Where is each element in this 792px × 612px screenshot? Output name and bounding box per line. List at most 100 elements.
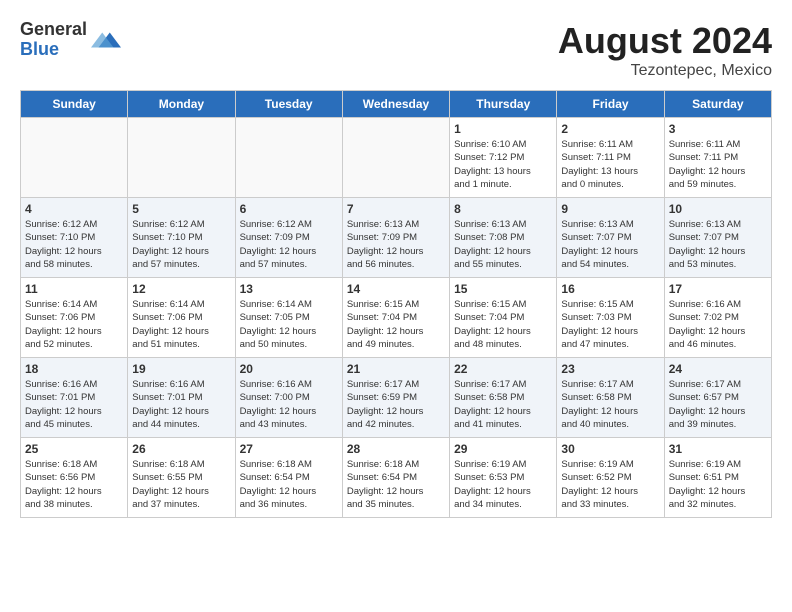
day-number: 14 bbox=[347, 282, 445, 296]
day-info: Sunrise: 6:19 AM Sunset: 6:53 PM Dayligh… bbox=[454, 458, 552, 511]
day-number: 19 bbox=[132, 362, 230, 376]
day-info: Sunrise: 6:11 AM Sunset: 7:11 PM Dayligh… bbox=[561, 138, 659, 191]
day-header-tuesday: Tuesday bbox=[235, 91, 342, 118]
day-info: Sunrise: 6:14 AM Sunset: 7:06 PM Dayligh… bbox=[25, 298, 123, 351]
day-number: 23 bbox=[561, 362, 659, 376]
day-number: 17 bbox=[669, 282, 767, 296]
calendar-cell: 4 Sunrise: 6:12 AM Sunset: 7:10 PM Daylig… bbox=[21, 198, 128, 278]
day-info: Sunrise: 6:16 AM Sunset: 7:01 PM Dayligh… bbox=[132, 378, 230, 431]
day-number: 31 bbox=[669, 442, 767, 456]
calendar-cell: 11 Sunrise: 6:14 AM Sunset: 7:06 PM Dayli… bbox=[21, 278, 128, 358]
day-number: 6 bbox=[240, 202, 338, 216]
calendar-cell: 5 Sunrise: 6:12 AM Sunset: 7:10 PM Daylig… bbox=[128, 198, 235, 278]
day-number: 2 bbox=[561, 122, 659, 136]
calendar-week-2: 4 Sunrise: 6:12 AM Sunset: 7:10 PM Daylig… bbox=[21, 198, 772, 278]
day-number: 4 bbox=[25, 202, 123, 216]
calendar-cell: 24Sunrise: 6:17 AM Sunset: 6:57 PM Dayli… bbox=[664, 358, 771, 438]
day-info: Sunrise: 6:17 AM Sunset: 6:58 PM Dayligh… bbox=[561, 378, 659, 431]
day-header-monday: Monday bbox=[128, 91, 235, 118]
day-header-thursday: Thursday bbox=[450, 91, 557, 118]
calendar-cell: 13 Sunrise: 6:14 AM Sunset: 7:05 PM Dayli… bbox=[235, 278, 342, 358]
day-info: Sunrise: 6:17 AM Sunset: 6:58 PM Dayligh… bbox=[454, 378, 552, 431]
calendar-cell bbox=[342, 118, 449, 198]
day-info: Sunrise: 6:19 AM Sunset: 6:52 PM Dayligh… bbox=[561, 458, 659, 511]
calendar-cell: 23 Sunrise: 6:17 AM Sunset: 6:58 PM Dayli… bbox=[557, 358, 664, 438]
calendar-table: SundayMondayTuesdayWednesdayThursdayFrid… bbox=[20, 90, 772, 518]
day-number: 26 bbox=[132, 442, 230, 456]
day-info: Sunrise: 6:13 AM Sunset: 7:08 PM Dayligh… bbox=[454, 218, 552, 271]
calendar-cell: 30 Sunrise: 6:19 AM Sunset: 6:52 PM Dayli… bbox=[557, 438, 664, 518]
calendar-cell: 17 Sunrise: 6:16 AM Sunset: 7:02 PM Dayli… bbox=[664, 278, 771, 358]
day-info: Sunrise: 6:14 AM Sunset: 7:06 PM Dayligh… bbox=[132, 298, 230, 351]
day-info: Sunrise: 6:15 AM Sunset: 7:04 PM Dayligh… bbox=[347, 298, 445, 351]
calendar-cell bbox=[21, 118, 128, 198]
day-number: 8 bbox=[454, 202, 552, 216]
calendar-cell: 9 Sunrise: 6:13 AM Sunset: 7:07 PM Daylig… bbox=[557, 198, 664, 278]
day-info: Sunrise: 6:17 AM Sunset: 6:59 PM Dayligh… bbox=[347, 378, 445, 431]
day-info: Sunrise: 6:14 AM Sunset: 7:05 PM Dayligh… bbox=[240, 298, 338, 351]
calendar-header: SundayMondayTuesdayWednesdayThursdayFrid… bbox=[21, 91, 772, 118]
day-info: Sunrise: 6:13 AM Sunset: 7:07 PM Dayligh… bbox=[669, 218, 767, 271]
day-info: Sunrise: 6:16 AM Sunset: 7:02 PM Dayligh… bbox=[669, 298, 767, 351]
day-info: Sunrise: 6:13 AM Sunset: 7:07 PM Dayligh… bbox=[561, 218, 659, 271]
calendar-cell: 3 Sunrise: 6:11 AM Sunset: 7:11 PM Daylig… bbox=[664, 118, 771, 198]
calendar-cell bbox=[128, 118, 235, 198]
calendar-cell: 14 Sunrise: 6:15 AM Sunset: 7:04 PM Dayli… bbox=[342, 278, 449, 358]
calendar-cell: 15Sunrise: 6:15 AM Sunset: 7:04 PM Dayli… bbox=[450, 278, 557, 358]
calendar-cell: 1Sunrise: 6:10 AM Sunset: 7:12 PM Daylig… bbox=[450, 118, 557, 198]
day-number: 9 bbox=[561, 202, 659, 216]
day-number: 13 bbox=[240, 282, 338, 296]
calendar-cell: 19 Sunrise: 6:16 AM Sunset: 7:01 PM Dayli… bbox=[128, 358, 235, 438]
day-info: Sunrise: 6:11 AM Sunset: 7:11 PM Dayligh… bbox=[669, 138, 767, 191]
month-year: August 2024 bbox=[558, 20, 772, 62]
calendar-cell: 2 Sunrise: 6:11 AM Sunset: 7:11 PM Daylig… bbox=[557, 118, 664, 198]
calendar-cell: 22 Sunrise: 6:17 AM Sunset: 6:58 PM Dayli… bbox=[450, 358, 557, 438]
day-header-wednesday: Wednesday bbox=[342, 91, 449, 118]
day-info: Sunrise: 6:19 AM Sunset: 6:51 PM Dayligh… bbox=[669, 458, 767, 511]
calendar-cell: 18Sunrise: 6:16 AM Sunset: 7:01 PM Dayli… bbox=[21, 358, 128, 438]
calendar-week-4: 18Sunrise: 6:16 AM Sunset: 7:01 PM Dayli… bbox=[21, 358, 772, 438]
day-info: Sunrise: 6:16 AM Sunset: 7:01 PM Dayligh… bbox=[25, 378, 123, 431]
logo-general-text: General bbox=[20, 20, 87, 40]
calendar-cell: 10 Sunrise: 6:13 AM Sunset: 7:07 PM Dayli… bbox=[664, 198, 771, 278]
day-number: 22 bbox=[454, 362, 552, 376]
calendar-cell: 28 Sunrise: 6:18 AM Sunset: 6:54 PM Dayli… bbox=[342, 438, 449, 518]
calendar-cell: 8 Sunrise: 6:13 AM Sunset: 7:08 PM Daylig… bbox=[450, 198, 557, 278]
day-info: Sunrise: 6:12 AM Sunset: 7:10 PM Dayligh… bbox=[25, 218, 123, 271]
day-info: Sunrise: 6:18 AM Sunset: 6:54 PM Dayligh… bbox=[347, 458, 445, 511]
day-number: 28 bbox=[347, 442, 445, 456]
title-area: August 2024 Tezontepec, Mexico bbox=[558, 20, 772, 80]
day-number: 16 bbox=[561, 282, 659, 296]
day-number: 5 bbox=[132, 202, 230, 216]
day-number: 20 bbox=[240, 362, 338, 376]
header: General Blue August 2024 Tezontepec, Mex… bbox=[20, 20, 772, 80]
day-number: 30 bbox=[561, 442, 659, 456]
day-number: 27 bbox=[240, 442, 338, 456]
day-info: Sunrise: 6:12 AM Sunset: 7:10 PM Dayligh… bbox=[132, 218, 230, 271]
calendar-cell: 29 Sunrise: 6:19 AM Sunset: 6:53 PM Dayli… bbox=[450, 438, 557, 518]
day-number: 11 bbox=[25, 282, 123, 296]
calendar-body: 1Sunrise: 6:10 AM Sunset: 7:12 PM Daylig… bbox=[21, 118, 772, 518]
day-number: 25 bbox=[25, 442, 123, 456]
calendar-cell: 26 Sunrise: 6:18 AM Sunset: 6:55 PM Dayli… bbox=[128, 438, 235, 518]
calendar-week-3: 11 Sunrise: 6:14 AM Sunset: 7:06 PM Dayli… bbox=[21, 278, 772, 358]
day-header-saturday: Saturday bbox=[664, 91, 771, 118]
day-info: Sunrise: 6:15 AM Sunset: 7:04 PM Dayligh… bbox=[454, 298, 552, 351]
calendar-cell: 12Sunrise: 6:14 AM Sunset: 7:06 PM Dayli… bbox=[128, 278, 235, 358]
day-info: Sunrise: 6:18 AM Sunset: 6:55 PM Dayligh… bbox=[132, 458, 230, 511]
day-header-friday: Friday bbox=[557, 91, 664, 118]
calendar-cell: 6Sunrise: 6:12 AM Sunset: 7:09 PM Daylig… bbox=[235, 198, 342, 278]
day-header-sunday: Sunday bbox=[21, 91, 128, 118]
day-number: 29 bbox=[454, 442, 552, 456]
day-number: 7 bbox=[347, 202, 445, 216]
logo-icon bbox=[91, 25, 121, 55]
logo: General Blue bbox=[20, 20, 121, 60]
day-number: 10 bbox=[669, 202, 767, 216]
day-info: Sunrise: 6:13 AM Sunset: 7:09 PM Dayligh… bbox=[347, 218, 445, 271]
day-number: 3 bbox=[669, 122, 767, 136]
logo-blue-text: Blue bbox=[20, 40, 87, 60]
location: Tezontepec, Mexico bbox=[558, 62, 772, 80]
calendar-cell: 7 Sunrise: 6:13 AM Sunset: 7:09 PM Daylig… bbox=[342, 198, 449, 278]
calendar-cell: 16Sunrise: 6:15 AM Sunset: 7:03 PM Dayli… bbox=[557, 278, 664, 358]
day-number: 1 bbox=[454, 122, 552, 136]
